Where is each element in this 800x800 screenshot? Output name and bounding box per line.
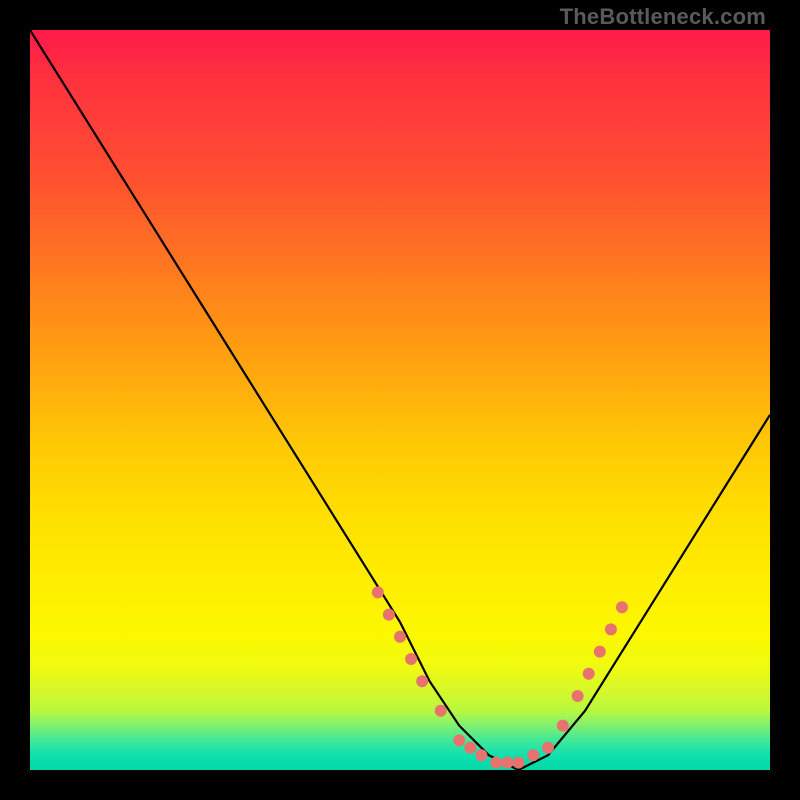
marker-dot (372, 586, 384, 598)
marker-dot (542, 742, 554, 754)
marker-dot (383, 609, 395, 621)
marker-dot (572, 690, 584, 702)
marker-dot (527, 749, 539, 761)
marker-dot (512, 757, 524, 769)
marker-dot (557, 720, 569, 732)
bottleneck-curve (30, 30, 770, 770)
marker-dot (405, 653, 417, 665)
marker-dot (435, 705, 447, 717)
marker-dot (605, 623, 617, 635)
attribution-label: TheBottleneck.com (560, 4, 766, 30)
marker-dot (501, 757, 513, 769)
marker-dot (453, 734, 465, 746)
highlight-dots (372, 586, 628, 768)
marker-dot (416, 675, 428, 687)
plot-area (30, 30, 770, 770)
marker-dot (583, 668, 595, 680)
marker-dot (394, 631, 406, 643)
marker-dot (475, 749, 487, 761)
chart-container: TheBottleneck.com (0, 0, 800, 800)
marker-dot (594, 646, 606, 658)
curve-layer (30, 30, 770, 770)
marker-dot (464, 742, 476, 754)
marker-dot (490, 757, 502, 769)
marker-dot (616, 601, 628, 613)
